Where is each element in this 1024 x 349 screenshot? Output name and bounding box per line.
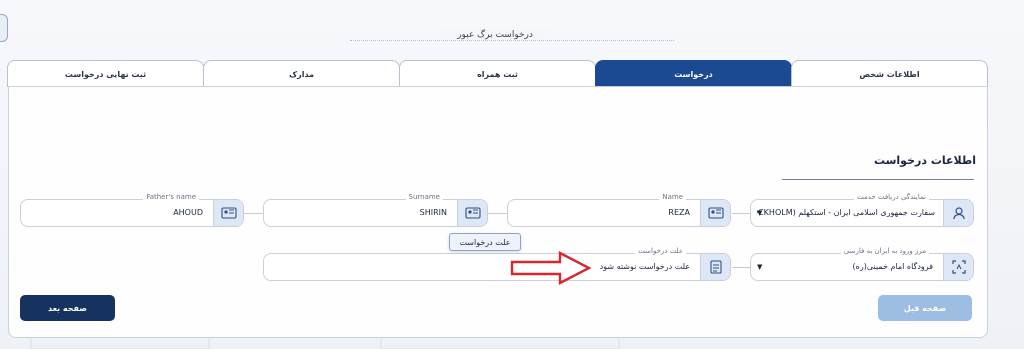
surname-field[interactable]: Surname SHIRIN	[263, 193, 488, 227]
section-title: اطلاعات درخواست	[873, 154, 976, 167]
tab-companion[interactable]: ثبت همراه	[399, 60, 596, 87]
tab-request[interactable]: درخواست	[595, 60, 792, 87]
next-page-button[interactable]: صفحه بعد	[20, 295, 115, 321]
name-label: Name	[659, 193, 686, 201]
service-office-select[interactable]: نمایندگی دریافت خدمت سفارت جمهوری اسلامی…	[750, 193, 974, 227]
document-edit-icon	[700, 254, 730, 280]
section-divider	[782, 179, 974, 180]
border-scan-icon	[943, 254, 973, 280]
id-card-icon	[700, 200, 730, 226]
annotation-arrow-icon	[510, 251, 592, 285]
name-field[interactable]: Name REZA	[507, 193, 731, 227]
service-office-label: نمایندگی دریافت خدمت	[854, 193, 929, 201]
request-reason-tooltip: علت درخواست	[449, 233, 521, 251]
person-icon	[943, 200, 973, 226]
tab-documents[interactable]: مدارک	[203, 60, 400, 87]
previous-page-button[interactable]: صفحه قبل	[878, 295, 972, 321]
request-reason-label: علت درخواست	[635, 247, 686, 255]
entry-border-label: مرز ورود به ایران به فارسی	[840, 247, 929, 255]
field-connector	[488, 213, 507, 214]
request-reason-field[interactable]: علت درخواست علت درخواست نوشته شود	[263, 247, 731, 281]
service-office-value: سفارت جمهوری اسلامی ایران - استکهلم (STO…	[757, 208, 935, 217]
request-reason-value: علت درخواست نوشته شود	[599, 262, 690, 271]
name-value: REZA	[668, 208, 690, 217]
entry-border-select[interactable]: مرز ورود به ایران به فارسی فرودگاه امام …	[750, 247, 974, 281]
fathers-name-value: AHOUD	[173, 208, 203, 217]
wizard-tabs: اطلاعات شخص درخواست ثبت همراه مدارک ثبت …	[7, 60, 988, 87]
id-card-icon	[213, 200, 243, 226]
title-flourish	[350, 40, 674, 42]
tab-final-submit[interactable]: ثبت نهایی درخواست	[7, 60, 204, 87]
tab-person-info[interactable]: اطلاعات شخص	[791, 60, 988, 87]
fathers-name-label: Father's name	[143, 193, 199, 201]
field-connector	[732, 213, 750, 214]
id-card-icon	[457, 200, 487, 226]
field-connector	[732, 267, 750, 268]
entry-border-value: فرودگاه امام خمینی(ره)	[852, 262, 933, 271]
chevron-down-icon[interactable]: ▼	[757, 209, 762, 217]
surname-value: SHIRIN	[419, 208, 447, 217]
side-panel-handle[interactable]	[0, 14, 8, 42]
page-title: درخواست برگ عبور	[440, 30, 550, 40]
chevron-down-icon[interactable]: ▼	[757, 263, 762, 271]
surname-label: Surname	[405, 193, 443, 201]
fathers-name-field[interactable]: Father's name AHOUD	[20, 193, 244, 227]
field-connector	[244, 213, 263, 214]
